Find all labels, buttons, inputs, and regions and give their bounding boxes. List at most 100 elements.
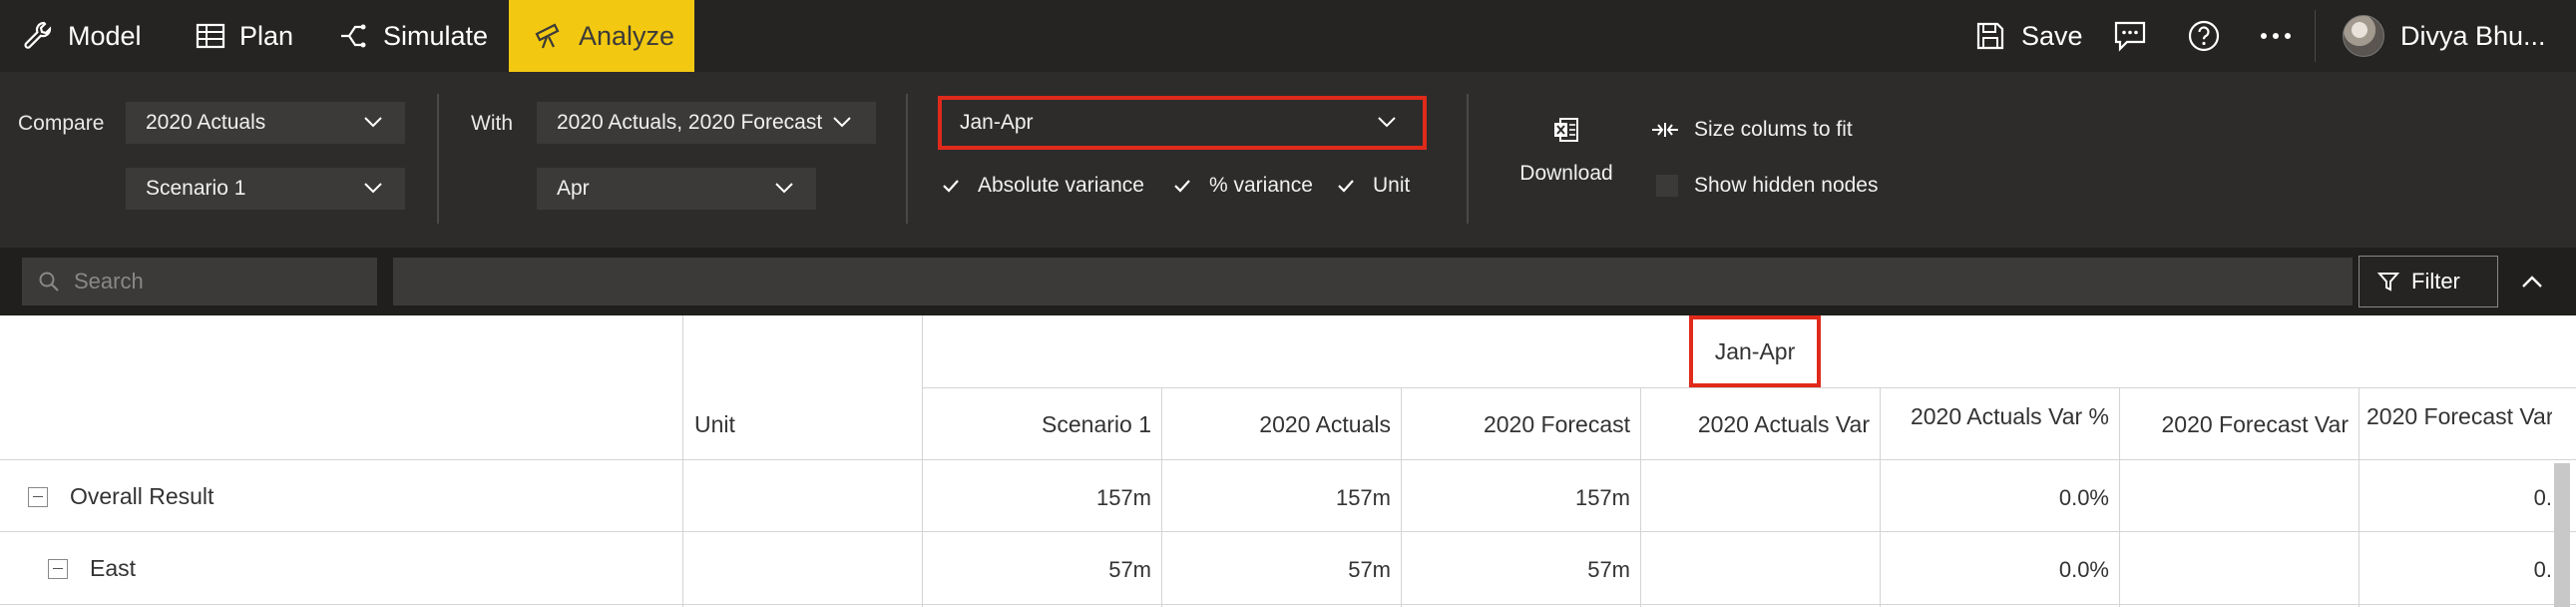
- tab-model[interactable]: Model: [22, 0, 142, 72]
- unit-label: Unit: [1373, 174, 1411, 197]
- percent-variance-checkbox[interactable]: % variance: [1171, 174, 1313, 198]
- size-to-fit-icon: [1652, 123, 1678, 137]
- collapse-node-icon[interactable]: [28, 486, 48, 507]
- more-button[interactable]: [2259, 0, 2293, 72]
- grid-line: [0, 459, 2576, 460]
- save-icon: [1976, 22, 2004, 50]
- tab-simulate-label: Simulate: [383, 20, 489, 51]
- column-header[interactable]: 2020 Actuals Var: [1640, 411, 1870, 438]
- absolute-variance-checkbox[interactable]: Absolute variance: [940, 174, 1144, 198]
- search-input[interactable]: Search: [22, 258, 377, 305]
- absolute-variance-label: Absolute variance: [978, 174, 1144, 197]
- tab-simulate[interactable]: Simulate: [337, 0, 488, 72]
- period-dropdown-value: Jan-Apr: [960, 111, 1034, 134]
- size-columns-button[interactable]: Size colums to fit: [1650, 118, 1853, 142]
- column-header[interactable]: 2020 Forecast Var...: [2366, 403, 2552, 430]
- table-cell[interactable]: 0.0%: [1880, 485, 2109, 511]
- show-hidden-label: Show hidden nodes: [1694, 174, 1879, 197]
- check-icon: [1171, 175, 1193, 197]
- grid-line: [0, 604, 2576, 605]
- tab-analyze-label: Analyze: [579, 20, 675, 51]
- top-bar: Model Plan Simulate Analyze Save Divya B…: [0, 0, 2576, 72]
- chevron-down-icon: [775, 183, 793, 194]
- vertical-scrollbar[interactable]: [2554, 463, 2570, 607]
- table-cell[interactable]: 57m: [1161, 557, 1391, 583]
- table-cell[interactable]: 0.: [2359, 485, 2552, 511]
- with-dropdown[interactable]: 2020 Actuals, 2020 Forecast: [537, 102, 876, 144]
- table-cell[interactable]: 157m: [922, 485, 1151, 511]
- column-header[interactable]: 2020 Forecast Var: [2119, 411, 2349, 438]
- table-cell[interactable]: 57m: [1401, 557, 1630, 583]
- search-strip: Search Filter: [0, 248, 2576, 315]
- table-cell[interactable]: 0.: [2359, 557, 2552, 583]
- with-label: With: [471, 112, 513, 135]
- comment-button[interactable]: [2113, 0, 2147, 72]
- row-label: East: [90, 555, 137, 581]
- percent-variance-label: % variance: [1209, 174, 1313, 197]
- compare-dropdown-value: 2020 Actuals: [146, 111, 266, 134]
- month-dropdown-value: Apr: [557, 177, 590, 200]
- filter-icon: [2377, 273, 2399, 292]
- filter-button[interactable]: Filter: [2359, 256, 2498, 307]
- analyze-ribbon: Compare 2020 Actuals Scenario 1 With 202…: [0, 72, 2576, 248]
- user-menu[interactable]: Divya Bhu...: [2343, 0, 2546, 72]
- comment-icon: [2114, 21, 2146, 52]
- table-cell[interactable]: 157m: [1161, 485, 1391, 511]
- column-header[interactable]: 2020 Forecast: [1401, 411, 1630, 438]
- more-icon: [2261, 33, 2291, 39]
- unit-checkbox[interactable]: Unit: [1335, 174, 1410, 198]
- user-name: Divya Bhu...: [2400, 20, 2546, 51]
- check-icon: [940, 175, 962, 197]
- show-hidden-nodes-checkbox[interactable]: Show hidden nodes: [1656, 174, 1878, 198]
- ribbon-divider: [1467, 94, 1469, 224]
- help-button[interactable]: [2187, 0, 2221, 72]
- column-header-unit: Unit: [694, 411, 735, 437]
- divider: [2315, 10, 2316, 62]
- excel-icon: [1554, 118, 1578, 142]
- compare-label: Compare: [18, 112, 105, 135]
- download-label: Download: [1519, 162, 1613, 185]
- compare-dropdown[interactable]: 2020 Actuals: [126, 102, 405, 144]
- scenario-dropdown-value: Scenario 1: [146, 177, 246, 200]
- download-button[interactable]: Download: [1497, 116, 1636, 186]
- column-header[interactable]: Scenario 1: [922, 411, 1151, 438]
- chevron-down-icon: [364, 117, 382, 128]
- column-header[interactable]: 2020 Actuals Var %: [1880, 403, 2109, 430]
- period-header-label: Jan-Apr: [1714, 337, 1796, 364]
- analysis-grid: Jan-Apr Unit Scenario 1 2020 Actuals 202…: [0, 315, 2576, 607]
- chevron-up-icon: [2522, 276, 2542, 288]
- tab-plan[interactable]: Plan: [196, 0, 293, 72]
- branch-icon: [341, 24, 366, 48]
- with-dropdown-value: 2020 Actuals, 2020 Forecast: [557, 111, 823, 134]
- wrench-icon: [24, 21, 52, 49]
- grid-line: [0, 531, 2576, 532]
- table-cell[interactable]: 57m: [922, 557, 1151, 583]
- grid-line: [682, 315, 683, 607]
- grid-line: [922, 387, 2576, 388]
- column-header[interactable]: 2020 Actuals: [1161, 411, 1391, 438]
- size-columns-label: Size colums to fit: [1694, 118, 1853, 141]
- scenario-dropdown[interactable]: Scenario 1: [126, 168, 405, 210]
- period-dropdown[interactable]: Jan-Apr: [938, 96, 1427, 150]
- check-icon: [1335, 175, 1357, 197]
- chevron-down-icon: [364, 183, 382, 194]
- table-cell[interactable]: 0.0%: [1880, 557, 2109, 583]
- tab-model-label: Model: [68, 20, 142, 51]
- month-dropdown[interactable]: Apr: [537, 168, 816, 210]
- chevron-down-icon: [833, 117, 851, 128]
- filter-expression-bar[interactable]: [393, 258, 2353, 305]
- table-cell[interactable]: 157m: [1401, 485, 1630, 511]
- telescope-icon: [535, 23, 560, 49]
- chevron-down-icon: [1378, 117, 1396, 128]
- save-button[interactable]: Save: [1975, 0, 2083, 72]
- avatar: [2343, 15, 2384, 57]
- table-row-label: Overall Result: [28, 483, 214, 510]
- row-label: Overall Result: [70, 483, 215, 509]
- collapse-node-icon[interactable]: [48, 558, 68, 579]
- period-header: Jan-Apr: [1689, 315, 1821, 387]
- tab-analyze[interactable]: Analyze: [509, 0, 694, 72]
- search-icon: [39, 272, 59, 292]
- ribbon-divider: [437, 94, 439, 224]
- save-label: Save: [2021, 20, 2083, 51]
- collapse-ribbon-button[interactable]: [2506, 256, 2558, 307]
